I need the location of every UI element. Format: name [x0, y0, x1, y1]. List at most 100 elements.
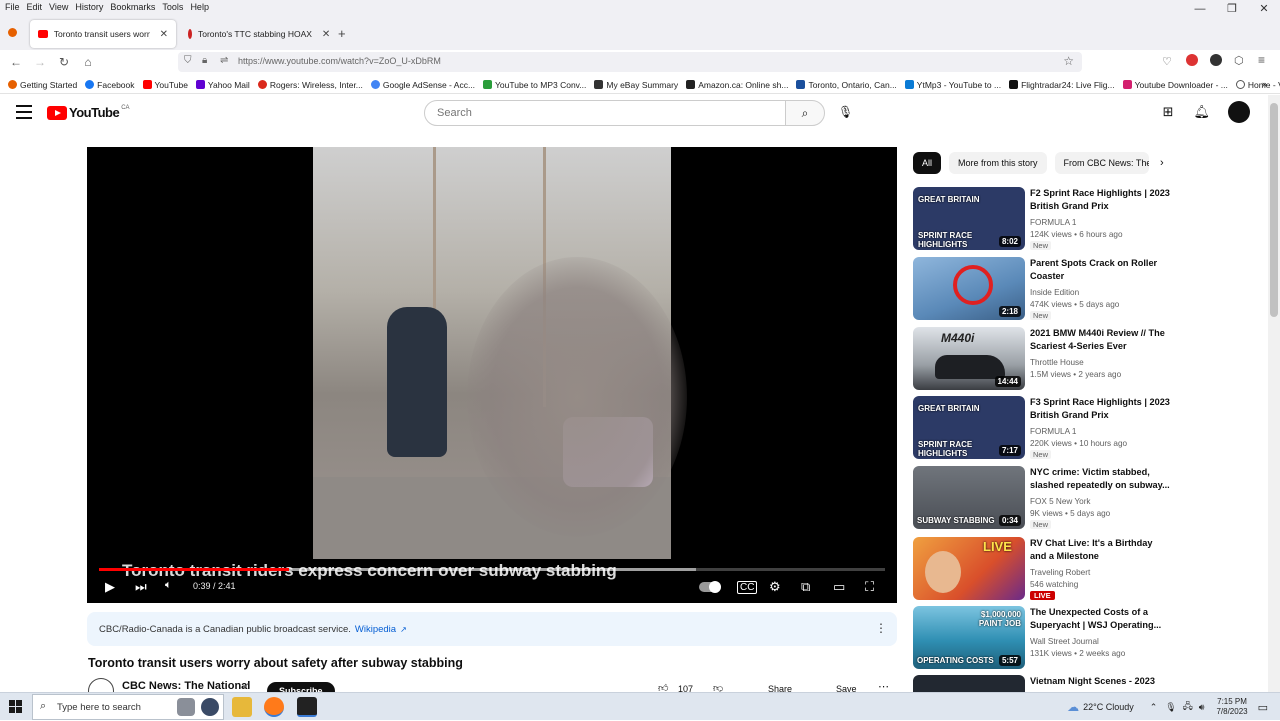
settings-gear-icon[interactable]: ⚙: [769, 579, 781, 595]
extension-badge-icon[interactable]: [1186, 54, 1198, 66]
reload-icon[interactable]: ↻: [52, 55, 76, 69]
recommendation-channel[interactable]: FORMULA 1: [1030, 426, 1076, 437]
bookmark-rogers[interactable]: Rogers: Wireless, Inter...: [257, 80, 363, 90]
menu-tools[interactable]: Tools: [162, 2, 183, 12]
recommendation-item[interactable]: SUBWAY STABBING 0:34 NYC crime: Victim s…: [913, 466, 1183, 530]
recommendation-item[interactable]: GREAT BRITAIN SPRINT RACE HIGHLIGHTS 7:1…: [913, 396, 1183, 460]
recommendation-item[interactable]: LIVE RV Chat Live: It's a Birthday and a…: [913, 537, 1183, 601]
extensions-puzzle-icon[interactable]: ⬡: [1234, 54, 1244, 67]
bookmark-google-adsense[interactable]: Google AdSense - Acc...: [370, 80, 475, 90]
recommendation-channel[interactable]: Throttle House: [1030, 357, 1084, 368]
recommendation-item[interactable]: 2:18 Parent Spots Crack on Roller Coaste…: [913, 257, 1183, 321]
bookmarks-overflow-icon[interactable]: »: [1262, 79, 1267, 89]
recommendation-title[interactable]: NYC crime: Victim stabbed, slashed repea…: [1030, 466, 1170, 492]
volume-icon[interactable]: 🔈︎: [165, 579, 172, 592]
recommendation-channel[interactable]: Wall Street Journal: [1030, 636, 1099, 647]
miniplayer-icon[interactable]: ⧉: [801, 579, 810, 595]
video-thumbnail[interactable]: [913, 675, 1025, 692]
youtube-logo[interactable]: YouTube CA: [47, 105, 130, 120]
permissions-icon[interactable]: ⇌: [220, 55, 228, 66]
menu-view[interactable]: View: [49, 2, 68, 12]
back-arrow-icon[interactable]: ←: [4, 55, 28, 69]
recommendation-title[interactable]: Parent Spots Crack on Roller Coaster: [1030, 257, 1170, 283]
weather-text[interactable]: 22°C Cloudy: [1083, 702, 1134, 712]
bookmark-ebay[interactable]: My eBay Summary: [594, 80, 678, 90]
recommendation-channel[interactable]: FOX 5 New York: [1030, 496, 1091, 507]
firefox-taskbar-icon[interactable]: [264, 697, 284, 717]
video-thumbnail[interactable]: $1,000,000 PAINT JOB OPERATING COSTS 5:5…: [913, 606, 1025, 669]
bookmark-facebook[interactable]: Facebook: [85, 80, 135, 90]
video-thumbnail[interactable]: SUBWAY STABBING 0:34: [913, 466, 1025, 529]
wikipedia-link[interactable]: Wikipedia: [355, 624, 396, 635]
progress-bar[interactable]: [99, 568, 885, 571]
more-options-icon[interactable]: ⋮: [875, 621, 887, 635]
new-tab-button[interactable]: +: [338, 26, 346, 41]
recommendation-item[interactable]: M440i 14:44 2021 BMW M440i Review // The…: [913, 327, 1183, 391]
url-text[interactable]: https://www.youtube.com/watch?v=ZoO_U-xD…: [238, 56, 441, 66]
bookmark-toronto-weather[interactable]: Toronto, Ontario, Can...: [796, 80, 897, 90]
video-thumbnail[interactable]: GREAT BRITAIN SPRINT RACE HIGHLIGHTS 8:0…: [913, 187, 1025, 250]
fullscreen-icon[interactable]: ⛶: [865, 579, 874, 595]
notifications-bell-icon[interactable]: 🔔︎: [1193, 104, 1210, 120]
chevron-right-icon[interactable]: ›: [1160, 157, 1164, 169]
recommendation-title[interactable]: 2021 BMW M440i Review // The Scariest 4-…: [1030, 327, 1170, 353]
recommendation-title[interactable]: The Unexpected Costs of a Superyacht | W…: [1030, 606, 1170, 632]
recommendation-item[interactable]: GREAT BRITAIN SPRINT RACE HIGHLIGHTS 8:0…: [913, 187, 1183, 251]
tab-ttc-stabbing-hoax[interactable]: Toronto's TTC stabbing HOAX ✕: [180, 20, 330, 48]
channel-name[interactable]: CBC News: The National: [122, 680, 250, 692]
pocket-icon[interactable]: ♡: [1162, 55, 1172, 68]
video-player[interactable]: Toronto transit riders express concern o…: [87, 147, 897, 603]
notifications-icon[interactable]: ▭: [1258, 701, 1268, 714]
autoplay-toggle[interactable]: [699, 581, 721, 593]
scrollbar-thumb[interactable]: [1270, 103, 1278, 317]
file-explorer-icon[interactable]: [232, 697, 252, 717]
bookmark-youtube[interactable]: YouTube: [142, 80, 188, 90]
shield-icon[interactable]: ⛉: [184, 55, 192, 66]
recommendation-title[interactable]: RV Chat Live: It's a Birthday and a Mile…: [1030, 537, 1170, 563]
bookmark-amazon[interactable]: Amazon.ca: Online sh...: [686, 80, 788, 90]
taskbar-clock[interactable]: 7:15 PM 7/8/2023: [1216, 697, 1247, 717]
address-bar[interactable]: ⛉ 🔒︎ ⇌ https://www.youtube.com/watch?v=Z…: [178, 52, 1082, 72]
recommendation-item[interactable]: Vietnam Night Scenes - 2023: [913, 675, 1183, 692]
taskbar-search-box[interactable]: ⌕ Type here to search: [32, 694, 224, 720]
bookmark-flightradar24[interactable]: Flightradar24: Live Flig...: [1009, 80, 1115, 90]
speaker-icon[interactable]: 🔊︎: [1199, 702, 1205, 713]
chip-more-from-story[interactable]: More from this story: [949, 152, 1047, 174]
menu-file[interactable]: File: [5, 2, 20, 12]
bookmark-star-icon[interactable]: ☆: [1063, 54, 1074, 68]
video-thumbnail[interactable]: GREAT BRITAIN SPRINT RACE HIGHLIGHTS 7:1…: [913, 396, 1025, 459]
menu-bookmarks[interactable]: Bookmarks: [110, 2, 155, 12]
guide-menu-icon[interactable]: [16, 105, 32, 119]
recommendation-channel[interactable]: Traveling Robert: [1030, 567, 1090, 578]
recommendation-title[interactable]: F2 Sprint Race Highlights | 2023 British…: [1030, 187, 1170, 213]
recommendation-title[interactable]: Vietnam Night Scenes - 2023: [1030, 675, 1170, 688]
voice-search-mic-icon[interactable]: 🎙︎: [838, 105, 853, 119]
bookmark-getting-started[interactable]: Getting Started: [8, 80, 77, 90]
weather-cloud-icon[interactable]: ☁: [1067, 700, 1079, 714]
video-thumbnail[interactable]: M440i 14:44: [913, 327, 1025, 390]
tray-chevron-icon[interactable]: ⌃: [1150, 702, 1158, 713]
recommendation-channel[interactable]: Inside Edition: [1030, 287, 1079, 298]
recommendation-item[interactable]: $1,000,000 PAINT JOB OPERATING COSTS 5:5…: [913, 606, 1183, 670]
recommendation-channel[interactable]: FORMULA 1: [1030, 217, 1076, 228]
bookmark-youtube-downloader[interactable]: Youtube Downloader - ...: [1122, 80, 1228, 90]
extension-icon[interactable]: [1210, 54, 1222, 66]
menu-edit[interactable]: Edit: [27, 2, 43, 12]
chip-from-cbc-news[interactable]: From CBC News: The: [1054, 152, 1149, 174]
create-video-icon[interactable]: ⊞: [1163, 104, 1174, 120]
search-input[interactable]: [424, 100, 786, 126]
forward-arrow-icon[interactable]: →: [28, 55, 52, 69]
microphone-icon[interactable]: 🎙︎: [1165, 702, 1176, 713]
play-icon[interactable]: ▶: [105, 579, 115, 595]
close-tab-icon[interactable]: ✕: [160, 29, 168, 40]
app-menu-icon[interactable]: ≡: [1258, 53, 1265, 67]
video-thumbnail[interactable]: 2:18: [913, 257, 1025, 320]
recorder-app-icon[interactable]: [297, 697, 317, 717]
network-icon[interactable]: 🖧: [1183, 699, 1193, 715]
account-avatar[interactable]: [1228, 101, 1250, 123]
next-video-icon[interactable]: ⏭︎: [135, 579, 147, 595]
bookmark-yahoo-mail[interactable]: Yahoo Mail: [195, 80, 250, 90]
lock-icon[interactable]: 🔒︎: [202, 55, 207, 66]
search-button[interactable]: ⌕: [785, 100, 825, 126]
theater-mode-icon[interactable]: ▭: [833, 579, 845, 595]
